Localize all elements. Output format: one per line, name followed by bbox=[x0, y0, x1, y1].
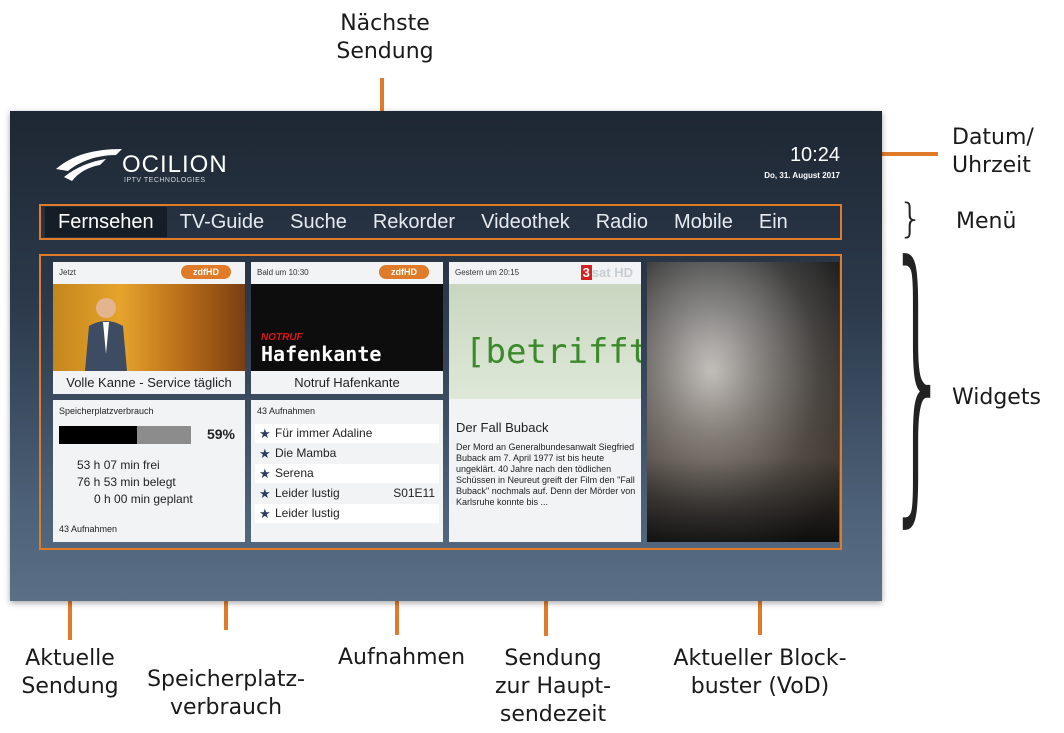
primetime-description: Der Mord an Generalbundesanwalt Siegfrie… bbox=[456, 442, 636, 507]
menu-item-ein[interactable]: Ein bbox=[746, 207, 801, 237]
widget-primetime-show[interactable]: Gestern um 20:15 3sat HD [betrifft] Der … bbox=[449, 262, 641, 542]
menu-item-rekorder[interactable]: Rekorder bbox=[360, 207, 468, 237]
menu-item-mobile[interactable]: Mobile bbox=[661, 207, 746, 237]
storage-free: 53 h 07 min frei bbox=[77, 458, 160, 472]
widget-current-show[interactable]: Jetzt zdfHD Volle Kanne - Service täglic… bbox=[53, 262, 245, 394]
star-icon: ★ bbox=[259, 506, 271, 521]
ocilion-swoosh-icon bbox=[56, 149, 122, 181]
menu-item-videothek[interactable]: Videothek bbox=[468, 207, 583, 237]
menu-item-suche[interactable]: Suche bbox=[277, 207, 360, 237]
current-show-image bbox=[53, 284, 245, 371]
star-icon: ★ bbox=[259, 466, 271, 481]
recording-title: Die Mamba bbox=[275, 446, 337, 460]
storage-recordings-count: 43 Aufnahmen bbox=[59, 524, 118, 534]
clock-date: Do, 31. August 2017 bbox=[764, 171, 840, 180]
recording-title: Leider lustig bbox=[275, 506, 340, 520]
primetime-title: Der Fall Buback bbox=[456, 420, 549, 435]
widget-next-show[interactable]: Bald um 10:30 zdfHD NOTRUF Hafenkante No… bbox=[251, 262, 443, 394]
recording-title: Für immer Adaline bbox=[275, 426, 373, 440]
logo-text: OCILION bbox=[122, 151, 228, 178]
label-naechste-sendung: Nächste Sendung bbox=[336, 11, 434, 64]
star-icon: ★ bbox=[259, 426, 271, 441]
clock-time: 10:24 bbox=[789, 144, 840, 166]
storage-percent: 59% bbox=[206, 426, 235, 442]
menu-item-fernsehen[interactable]: Fernsehen bbox=[45, 207, 167, 237]
next-show-image-big-text: Hafenkante bbox=[261, 342, 382, 366]
recording-list-item[interactable]: ★ Die Mamba bbox=[255, 444, 439, 463]
primetime-time: Gestern um 20:15 bbox=[455, 268, 520, 277]
primetime-image: [betrifft] bbox=[449, 284, 641, 399]
label-aktuelle-sendung: Aktuelle Sendung bbox=[21, 646, 119, 699]
recording-episode: S01E11 bbox=[393, 486, 435, 500]
label-menue: Menü bbox=[956, 209, 1017, 234]
storage-bar bbox=[59, 426, 191, 444]
recording-title: Leider lustig bbox=[275, 486, 340, 500]
ocilion-logo: OCILION IPTV TECHNOLOGIES bbox=[54, 147, 234, 187]
storage-bar-fill bbox=[59, 426, 137, 444]
current-show-title: Volle Kanne - Service täglich bbox=[53, 372, 245, 394]
label-hauptsendezeit: Sendung zur Haupt- sendezeit bbox=[494, 646, 612, 727]
recording-title: Serena bbox=[275, 466, 314, 480]
3sat-channel-logo: 3 sat HD bbox=[580, 265, 633, 280]
label-speicherplatz: Speicherplatz- verbrauch bbox=[147, 667, 305, 720]
recording-list-item[interactable]: ★ Leider lustig S01E11 bbox=[255, 484, 439, 503]
brace-widgets: } bbox=[885, 203, 952, 552]
main-menu: Fernsehen TV-Guide Suche Rekorder Videothek R… bbox=[39, 204, 842, 240]
star-icon: ★ bbox=[259, 446, 271, 461]
label-blockbuster: Aktueller Block- buster (VoD) bbox=[673, 646, 847, 699]
label-widgets: Widgets bbox=[952, 385, 1041, 410]
presenter-image bbox=[85, 298, 127, 371]
logo-subtitle: IPTV TECHNOLOGIES bbox=[124, 177, 206, 184]
menu-item-tv-guide[interactable]: TV-Guide bbox=[167, 207, 277, 237]
widget-vod-blockbuster[interactable] bbox=[647, 262, 839, 542]
label-datum-uhrzeit: Datum/ Uhrzeit bbox=[952, 125, 1034, 178]
star-icon: ★ bbox=[259, 486, 271, 501]
zdf-channel-logo-next: zdfHD bbox=[379, 265, 429, 279]
current-show-time: Jetzt bbox=[59, 268, 76, 277]
storage-planned: 0 h 00 min geplant bbox=[94, 492, 193, 506]
next-show-title: Notruf Hafenkante bbox=[251, 372, 443, 394]
label-aufnahmen: Aufnahmen bbox=[338, 645, 466, 670]
tv-screen: OCILION IPTV TECHNOLOGIES 10:24 Do, 31. … bbox=[10, 111, 882, 601]
primetime-image-text: [betrifft] bbox=[465, 332, 641, 372]
storage-title: Speicherplatzverbrauch bbox=[59, 406, 154, 416]
recording-list-item[interactable]: ★ Leider lustig bbox=[255, 504, 439, 523]
recordings-title: 43 Aufnahmen bbox=[257, 406, 316, 416]
next-show-time: Bald um 10:30 bbox=[257, 268, 309, 277]
blockbuster-poster-overlay bbox=[647, 262, 839, 542]
recording-list-item[interactable]: ★ Serena bbox=[255, 464, 439, 483]
next-show-image: NOTRUF Hafenkante bbox=[251, 284, 443, 371]
widget-recordings[interactable]: 43 Aufnahmen ★ Für immer Adaline ★ Die Mamb… bbox=[251, 400, 443, 542]
storage-used: 76 h 53 min belegt bbox=[77, 475, 176, 489]
widgets-area: Jetzt zdfHD Volle Kanne - Service täglic… bbox=[39, 254, 842, 550]
zdf-channel-logo: zdfHD bbox=[181, 265, 231, 279]
widget-storage[interactable]: Speicherplatzverbrauch 59% 53 h 07 min f… bbox=[53, 400, 245, 542]
menu-item-radio[interactable]: Radio bbox=[583, 207, 661, 237]
recording-list-item[interactable]: ★ Für immer Adaline bbox=[255, 424, 439, 443]
